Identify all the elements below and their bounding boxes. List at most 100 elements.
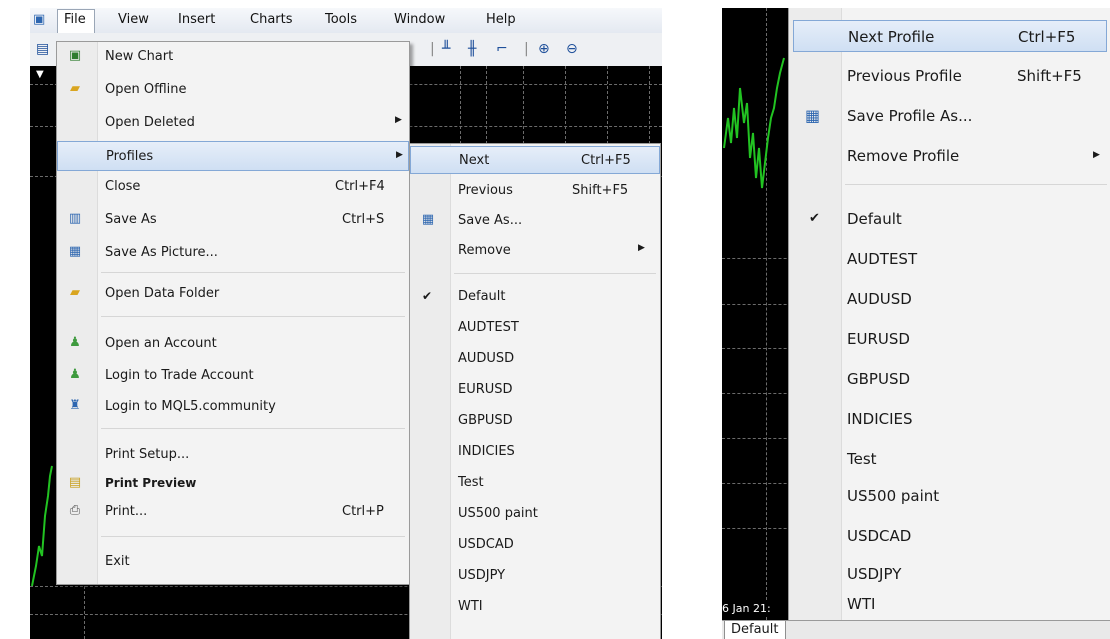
save-icon: ▥ <box>68 211 82 226</box>
menu-item-save-as-picture[interactable]: ▦ Save As Picture... <box>57 240 409 266</box>
app-icon: ▣ <box>33 12 46 27</box>
submenu-item-remove[interactable]: Remove ▶ <box>410 238 660 264</box>
menu-insert[interactable]: Insert <box>178 12 215 27</box>
menu-charts[interactable]: Charts <box>250 12 293 27</box>
menu-window[interactable]: Window <box>394 12 445 27</box>
profile-item[interactable]: USDCAD <box>789 520 1110 554</box>
menu-item-save-as[interactable]: ▥ Save As Ctrl+S <box>57 207 409 233</box>
date-label: 6 Jan 21: <box>722 602 771 615</box>
profile-item[interactable]: USDJPY <box>789 558 1110 592</box>
menu-item-open-account[interactable]: ♟ Open an Account <box>57 331 409 357</box>
profile-item[interactable]: USDCAD <box>410 532 660 558</box>
zoom-out-icon[interactable]: ⊖ <box>566 41 578 57</box>
menu-separator <box>101 536 405 537</box>
menu-separator <box>101 428 405 429</box>
menu-tools[interactable]: Tools <box>325 12 357 27</box>
menu-item-label: USDJPY <box>847 565 902 583</box>
menu-item-label: Remove <box>458 243 511 258</box>
menu-item-label: Print Preview <box>105 476 197 490</box>
submenu-item-previous[interactable]: Previous Shift+F5 <box>410 178 660 204</box>
user-icon: ♟ <box>69 367 81 382</box>
profile-item[interactable]: INDICIES <box>789 403 1110 437</box>
menu-item-login-trade[interactable]: ♟ Login to Trade Account <box>57 363 409 389</box>
menu-item-label: Login to MQL5.community <box>105 399 276 414</box>
menu-item-label: Default <box>847 210 902 228</box>
zoom-in-icon[interactable]: ⊕ <box>538 41 550 57</box>
menu-item-profiles[interactable]: Profiles ▶ <box>57 141 409 171</box>
line-chart-icon[interactable]: ⌐ <box>496 41 508 57</box>
profile-item[interactable]: WTI <box>789 588 1110 622</box>
menu-separator <box>101 272 405 273</box>
menu-item-open-data-folder[interactable]: ▰ Open Data Folder <box>57 281 409 307</box>
menu-item-label: AUDTEST <box>458 320 519 335</box>
menu-item-label: WTI <box>847 595 876 613</box>
menu-item-label: Remove Profile <box>847 147 960 165</box>
profile-item[interactable]: AUDTEST <box>789 243 1110 277</box>
menu-item-previous-profile[interactable]: Previous Profile Shift+F5 <box>789 60 1110 94</box>
menu-separator <box>454 273 656 274</box>
menu-help[interactable]: Help <box>486 12 516 27</box>
save-profile-icon: ▦ <box>421 212 435 227</box>
toolbar-new-chart-icon[interactable]: ▤ <box>36 41 49 57</box>
menu-item-print-preview[interactable]: ▤ Print Preview <box>57 471 409 497</box>
profile-item[interactable]: Test <box>789 443 1110 477</box>
menu-item-label: Save As Picture... <box>105 245 218 260</box>
profile-item[interactable]: EURUSD <box>789 323 1110 357</box>
menu-item-label: Exit <box>105 554 130 569</box>
submenu-item-save-as[interactable]: ▦ Save As... <box>410 208 660 234</box>
profile-item[interactable]: US500 paint <box>789 480 1110 514</box>
shortcut-label: Shift+F5 <box>572 183 629 198</box>
profile-item-default[interactable]: ✔ Default <box>789 203 1110 237</box>
profile-item[interactable]: WTI <box>410 594 660 620</box>
menu-item-label: INDICIES <box>458 444 515 459</box>
profile-item[interactable]: GBPUSD <box>410 408 660 434</box>
menu-item-label: AUDUSD <box>458 351 515 366</box>
price-candles <box>723 57 785 189</box>
profile-item[interactable]: Test <box>410 470 660 496</box>
profile-item[interactable]: AUDTEST <box>410 315 660 341</box>
profile-item-default[interactable]: ✔ Default <box>410 284 660 310</box>
menu-view[interactable]: View <box>118 12 149 27</box>
menu-item-open-offline[interactable]: ▰ Open Offline <box>57 77 409 103</box>
menu-item-next-profile[interactable]: Next Profile Ctrl+F5 <box>793 20 1107 52</box>
menu-bar: ▣ File View Insert Charts Tools Window H… <box>30 8 662 34</box>
menu-item-label: USDCAD <box>458 537 514 552</box>
menu-item-print-setup[interactable]: Print Setup... <box>57 442 409 468</box>
menu-item-label: Previous <box>458 183 513 198</box>
menu-file[interactable]: File <box>64 12 86 27</box>
profile-item[interactable]: US500 paint <box>410 501 660 527</box>
menu-item-close[interactable]: Close Ctrl+F4 <box>57 174 409 200</box>
menu-item-print[interactable]: ⎙ Print... Ctrl+P <box>57 499 409 525</box>
profile-item[interactable]: AUDUSD <box>789 283 1110 317</box>
toolbar-separator-2: | <box>524 41 529 57</box>
profile-item[interactable]: EURUSD <box>410 377 660 403</box>
menu-item-save-profile-as[interactable]: ▦ Save Profile As... <box>789 100 1110 134</box>
profile-item[interactable]: INDICIES <box>410 439 660 465</box>
profile-item[interactable]: GBPUSD <box>789 363 1110 397</box>
menu-item-open-deleted[interactable]: Open Deleted ▶ <box>57 110 409 136</box>
menu-item-label: Save Profile As... <box>847 107 973 125</box>
print-preview-icon: ▤ <box>68 475 82 490</box>
menu-item-login-mql5[interactable]: ♜ Login to MQL5.community <box>57 394 409 420</box>
profile-tab[interactable]: Default <box>724 621 786 639</box>
community-icon: ♜ <box>69 398 81 413</box>
menu-item-exit[interactable]: Exit <box>57 549 409 575</box>
menu-item-label: Login to Trade Account <box>105 368 254 383</box>
menu-item-label: Open Data Folder <box>105 286 220 301</box>
menu-item-label: GBPUSD <box>847 370 911 388</box>
bar-chart-icon[interactable]: ╨ <box>442 41 450 57</box>
submenu-item-next[interactable]: Next Ctrl+F5 <box>410 146 660 174</box>
status-bar: Default <box>722 620 1110 639</box>
menu-item-new-chart[interactable]: ▣ New Chart <box>57 44 409 70</box>
profiles-submenu: Next Ctrl+F5 Previous Shift+F5 ▦ Save As… <box>409 143 661 639</box>
profile-item[interactable]: USDJPY <box>410 563 660 589</box>
chart-dropdown-icon[interactable]: ▼ <box>36 69 44 80</box>
picture-icon: ▦ <box>68 244 82 259</box>
menu-item-label: Open Deleted <box>105 115 195 130</box>
menu-item-remove-profile[interactable]: Remove Profile ▶ <box>789 140 1110 174</box>
candlestick-icon[interactable]: ╫ <box>468 41 476 57</box>
profile-item[interactable]: AUDUSD <box>410 346 660 372</box>
right-terminal-window: 6 Jan 21: Default Next Profile Ctrl+F5 P… <box>722 8 1110 639</box>
menu-item-label: Profiles <box>106 149 154 164</box>
menu-item-label: INDICIES <box>847 410 913 428</box>
